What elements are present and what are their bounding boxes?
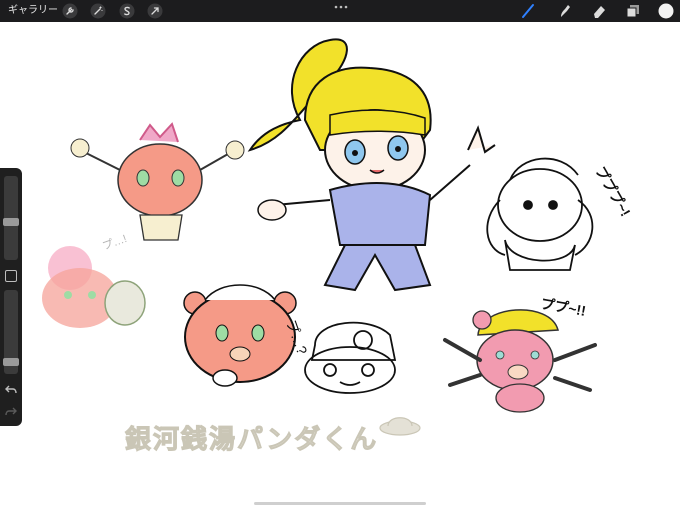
drawing-canvas[interactable]: プ…! プ…? プププ~! ププ~!! 銀河銭湯パンダくん [0,22,680,502]
pink-bear-top-left-drawing [70,122,245,241]
gallery-button[interactable]: ギャラリー [8,3,58,19]
wrench-icon[interactable] [62,3,78,19]
more-dots-icon[interactable] [333,3,349,11]
ufo-doodle [379,417,421,436]
outline-boy-drawing [304,321,397,394]
faded-fuzzy-bear-drawing [42,246,146,328]
color-swatch-icon[interactable] [657,2,675,20]
layers-icon[interactable] [624,2,642,20]
brush-icon[interactable] [519,2,537,20]
sfx-text-1: プ…! [101,232,129,253]
salmon-bear-drawing [183,284,297,387]
outline-dog-drawing [486,157,594,271]
magic-wand-icon[interactable] [90,3,106,19]
eraser-icon[interactable] [590,2,608,20]
selection-s-icon[interactable] [119,3,135,19]
sfx-text-3: プププ~! [592,164,633,219]
smudge-icon[interactable] [556,2,574,20]
transform-arrow-icon[interactable] [147,3,163,19]
blonde-girl-drawing [247,38,496,292]
caption-text: 銀河銭湯パンダくん [125,424,378,455]
top-toolbar: ギャラリー [0,0,680,22]
home-indicator [254,502,426,505]
capped-pink-bear-drawing [443,309,597,413]
